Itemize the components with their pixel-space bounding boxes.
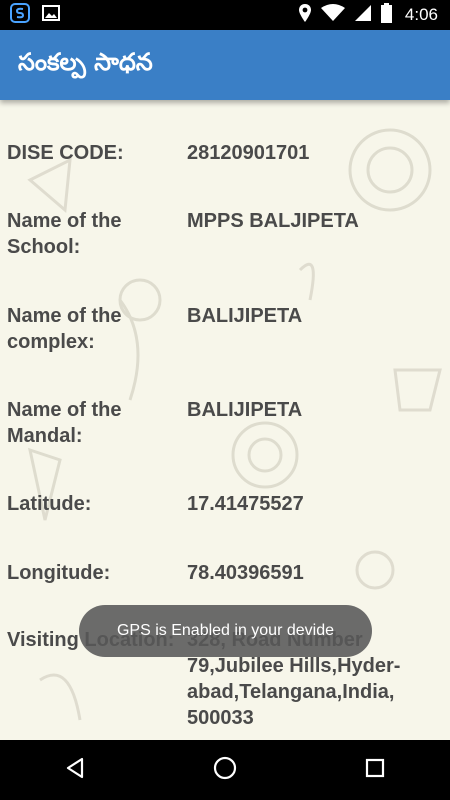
navigation-bar <box>0 740 450 800</box>
wifi-icon <box>320 3 345 27</box>
battery-icon <box>380 2 392 28</box>
field-value: BALIJIPETA <box>187 399 303 421</box>
home-icon <box>213 756 237 785</box>
signal-icon <box>354 4 372 27</box>
field-value: BALIJIPETA <box>187 305 303 327</box>
app-title: సంకల్ప సాధన <box>18 48 153 76</box>
field-value: 17.41475527 <box>187 493 304 515</box>
field-label: Longitude: <box>7 562 111 584</box>
location-icon <box>298 3 312 28</box>
field-value: 28120901701 <box>187 142 310 164</box>
field-label: Name of the School: <box>7 210 122 258</box>
field-label: Latitude: <box>7 493 92 515</box>
status-time: 4:06 <box>404 5 438 24</box>
app-logo-icon <box>10 2 30 28</box>
field-label: DISE CODE: <box>7 142 124 164</box>
back-button[interactable] <box>45 740 105 800</box>
gps-toast: GPS is Enabled in your devide <box>79 605 372 657</box>
field-label: Name of the Mandal: <box>7 399 122 447</box>
recents-button[interactable] <box>345 740 405 800</box>
recents-icon <box>365 758 385 783</box>
field-value: MPPS BALJIPETA <box>187 210 359 232</box>
back-icon <box>64 757 86 784</box>
field-label: Name of the complex: <box>7 305 122 353</box>
home-button[interactable] <box>195 740 255 800</box>
image-notification-icon <box>42 4 60 26</box>
app-bar: సంకల్ప సాధన <box>0 30 450 100</box>
field-value: 78.40396591 <box>187 562 304 584</box>
status-bar: 4:06 <box>0 0 450 30</box>
